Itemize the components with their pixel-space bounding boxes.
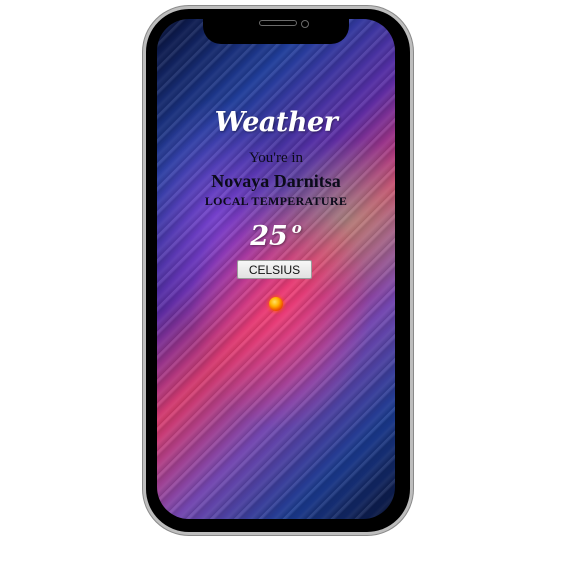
app-title: Weather bbox=[214, 107, 338, 138]
location-prefix: You're in bbox=[248, 150, 304, 166]
front-camera-icon bbox=[301, 20, 309, 28]
speaker-grille bbox=[259, 20, 297, 26]
temperature-degree-symbol: o bbox=[291, 219, 302, 237]
temperature-display: 25 o bbox=[157, 219, 395, 252]
temperature-value: 25 bbox=[250, 221, 288, 252]
city-name: Novaya Darnitsa bbox=[211, 171, 341, 191]
unit-toggle-button[interactable]: CELSIUS bbox=[237, 260, 312, 279]
local-temperature-label: LOCAL TEMPERATURE bbox=[204, 194, 348, 208]
sun-icon bbox=[269, 297, 283, 311]
